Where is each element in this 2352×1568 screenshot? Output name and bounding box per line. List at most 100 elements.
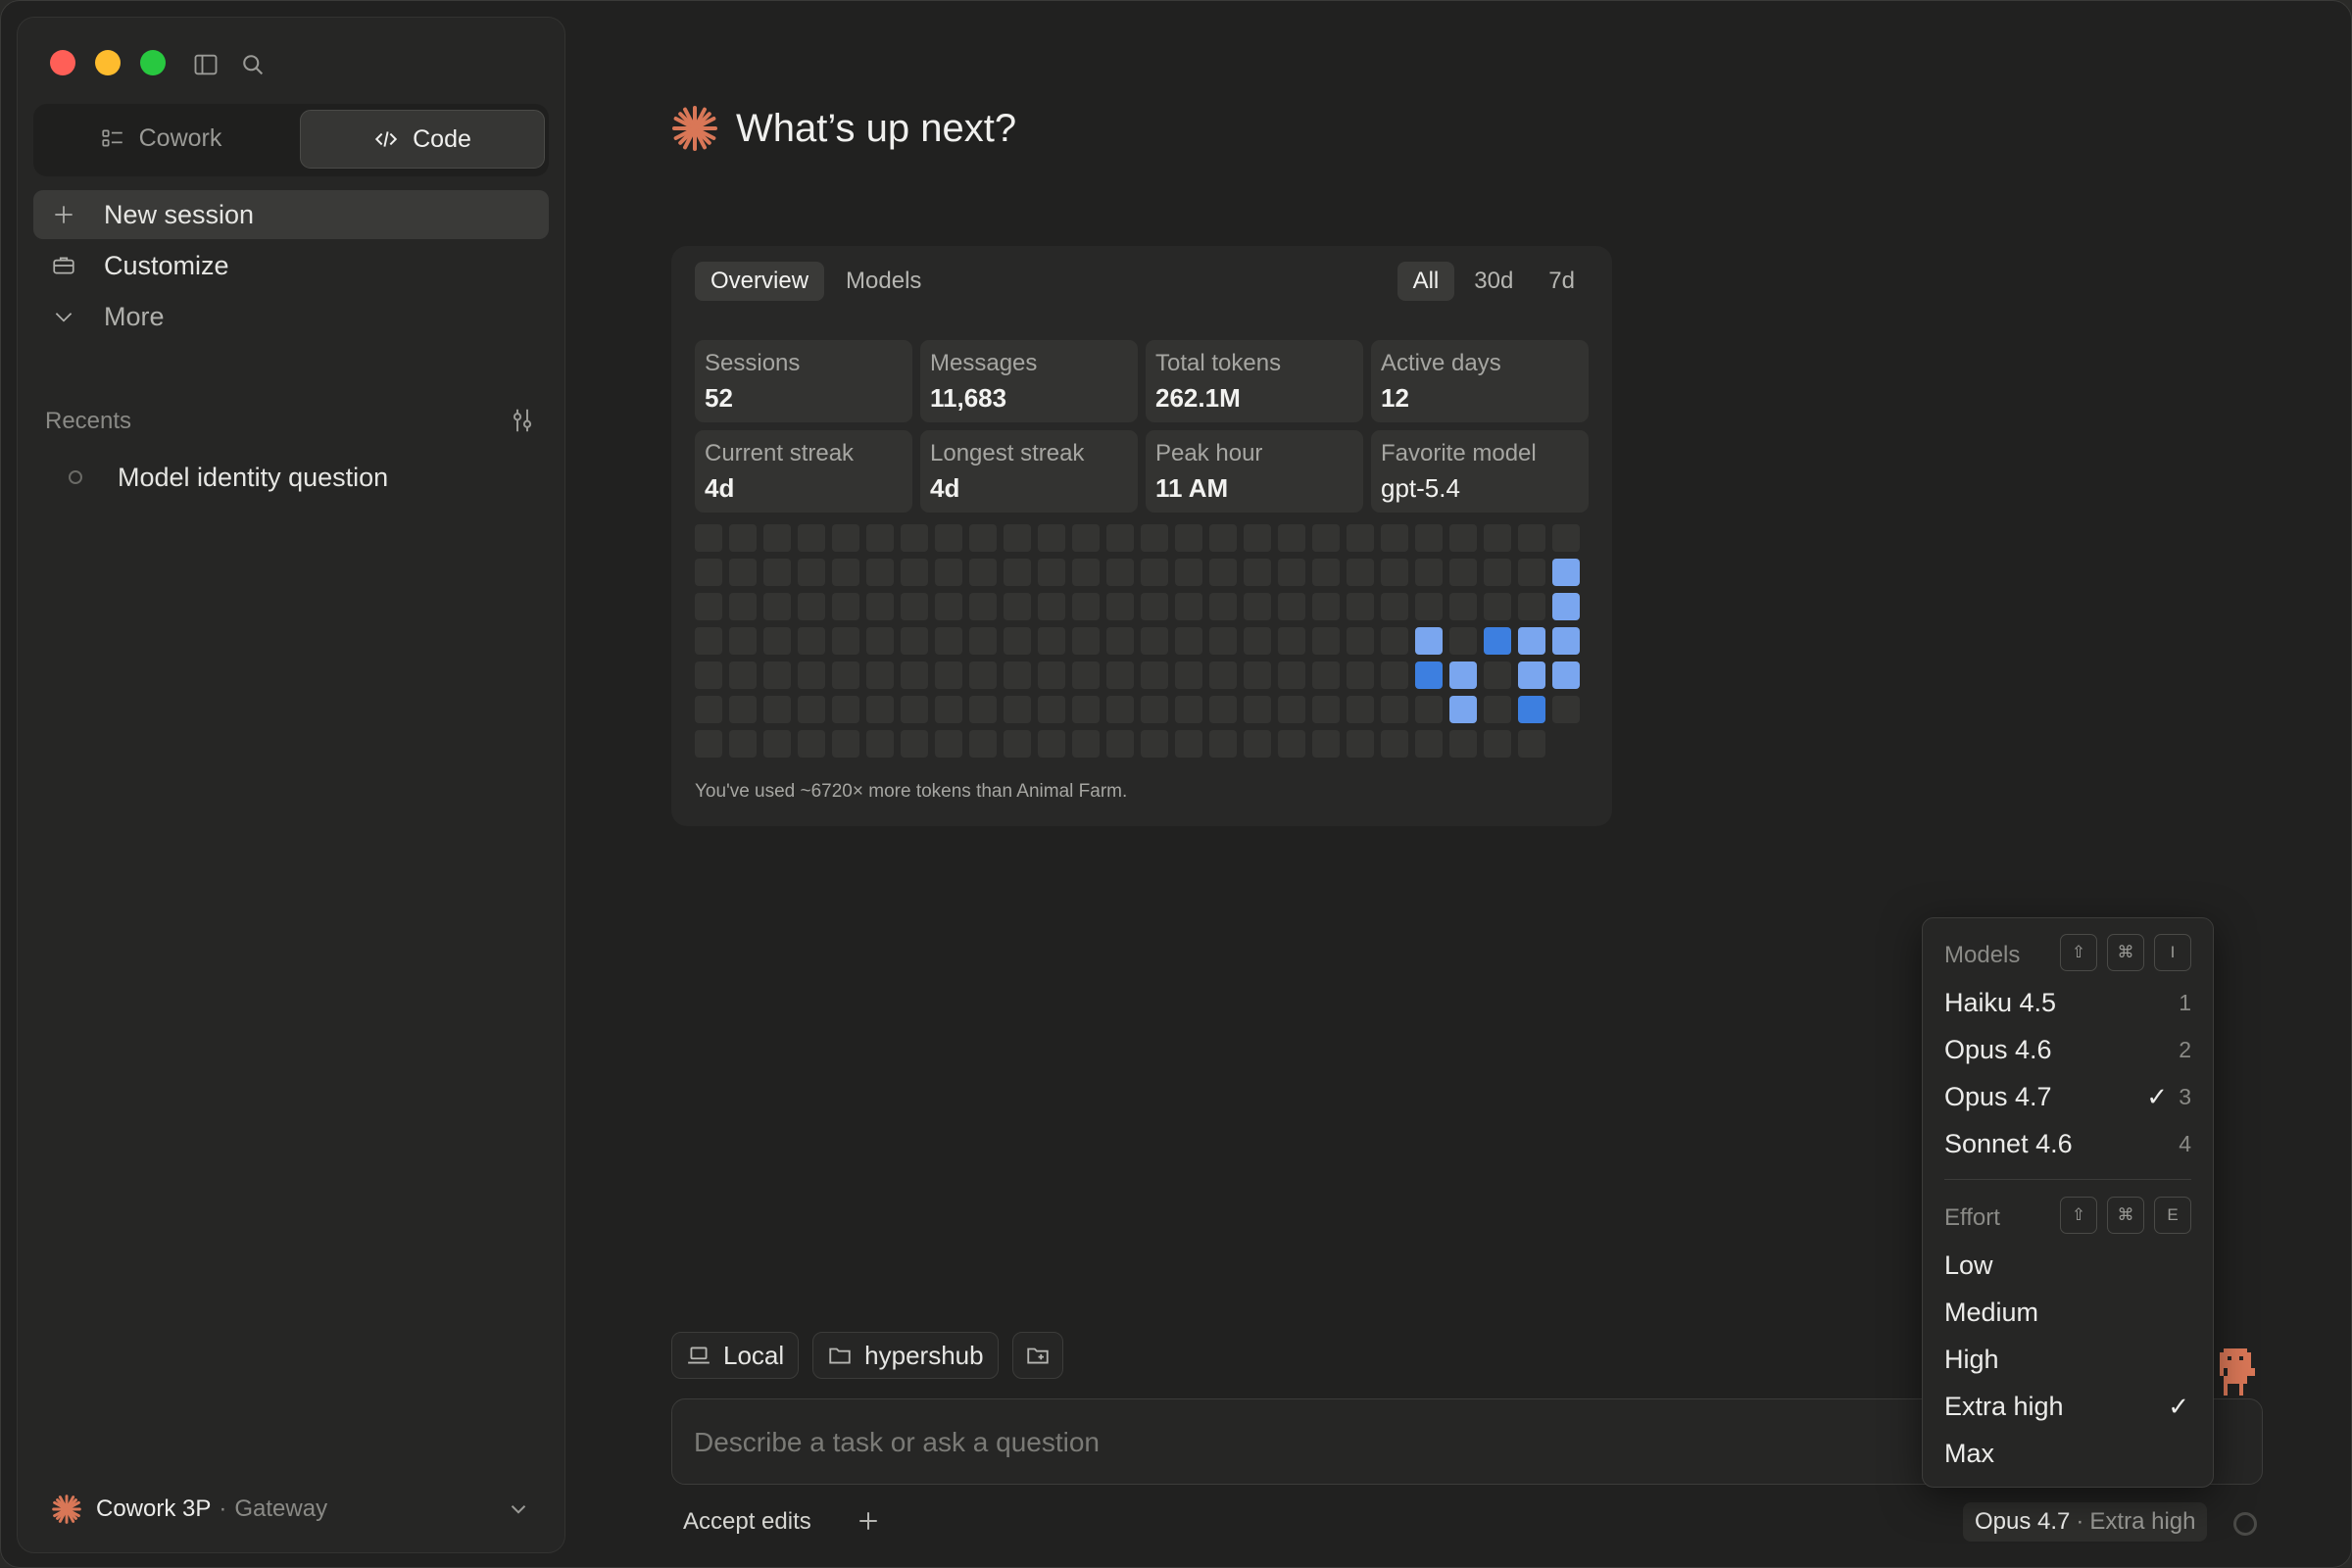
minimize-window-button[interactable] bbox=[95, 50, 121, 75]
menu-item-key: 4 bbox=[2179, 1130, 2191, 1156]
stat-card-longest-streak: Longest streak 4d bbox=[920, 430, 1138, 513]
menu-item-effort-high[interactable]: High bbox=[1944, 1338, 2191, 1381]
checkmark-icon: ✓ bbox=[2146, 1081, 2168, 1111]
heatmap-cell bbox=[866, 593, 894, 620]
filter-icon[interactable] bbox=[508, 406, 537, 435]
models-shortcut: ⇧ ⌘ I bbox=[2060, 934, 2191, 971]
menu-divider bbox=[1944, 1179, 2191, 1180]
heatmap-cell bbox=[729, 593, 757, 620]
range-30d[interactable]: 30d bbox=[1458, 262, 1529, 301]
heatmap-cell bbox=[1004, 662, 1031, 689]
heatmap-cell bbox=[1449, 627, 1477, 655]
menu-item-effort-low[interactable]: Low bbox=[1944, 1244, 2191, 1287]
model-pill-model: Opus 4.7 bbox=[1975, 1508, 2071, 1535]
menu-item-haiku-4-5[interactable]: Haiku 4.5 1 bbox=[1944, 981, 2191, 1024]
range-tabs: All 30d 7d bbox=[1396, 262, 1591, 301]
heatmap-cell bbox=[798, 524, 825, 552]
stat-value: 11,683 bbox=[930, 383, 1007, 413]
code-icon bbox=[374, 131, 398, 147]
model-selector-button[interactable]: Opus 4.7 · Extra high bbox=[1963, 1502, 2208, 1542]
heatmap-cell bbox=[1381, 696, 1408, 723]
account-switcher[interactable]: Cowork 3P · Gateway bbox=[33, 1484, 549, 1535]
heatmap-cell bbox=[1038, 559, 1065, 586]
menu-item-label: Opus 4.6 bbox=[1944, 1034, 2052, 1064]
menu-item-effort-extra-high[interactable]: Extra high ✓ bbox=[1944, 1385, 2191, 1428]
menu-item-opus-4-6[interactable]: Opus 4.6 2 bbox=[1944, 1028, 2191, 1071]
environment-label: Local bbox=[723, 1340, 785, 1370]
heatmap-cell bbox=[1106, 730, 1134, 758]
customize-button[interactable]: Customize bbox=[33, 241, 549, 290]
recent-session-item[interactable]: Model identity question bbox=[33, 453, 549, 502]
heatmap-cell bbox=[798, 559, 825, 586]
tab-cowork[interactable]: Cowork bbox=[39, 110, 282, 167]
heatmap-cell bbox=[901, 593, 928, 620]
account-name: Cowork 3P bbox=[96, 1495, 212, 1522]
permission-mode-button[interactable]: Accept edits bbox=[683, 1508, 811, 1536]
app-window: Cowork Code New session Customize More R… bbox=[0, 0, 2352, 1568]
heatmap-cell bbox=[1278, 524, 1305, 552]
claude-star-icon bbox=[52, 1494, 81, 1524]
close-window-button[interactable] bbox=[50, 50, 75, 75]
heatmap-cell bbox=[1038, 593, 1065, 620]
heatmap-cell bbox=[1449, 559, 1477, 586]
new-session-label: New session bbox=[104, 199, 255, 229]
add-folder-button[interactable] bbox=[1011, 1332, 1063, 1379]
heatmap-cell bbox=[1106, 559, 1134, 586]
shortcut-key: E bbox=[2154, 1197, 2191, 1234]
heatmap-cell bbox=[866, 696, 894, 723]
heatmap-cell bbox=[1312, 662, 1340, 689]
range-7d[interactable]: 7d bbox=[1533, 262, 1591, 301]
menu-item-opus-4-7[interactable]: Opus 4.7 ✓ 3 bbox=[1944, 1075, 2191, 1118]
stat-card-total-tokens: Total tokens 262.1M bbox=[1146, 340, 1363, 422]
heatmap-cell bbox=[1141, 662, 1168, 689]
menu-item-effort-medium[interactable]: Medium bbox=[1944, 1291, 2191, 1334]
heatmap-cell bbox=[1484, 730, 1511, 758]
recents-heading: Recents bbox=[45, 408, 132, 434]
heatmap-cell bbox=[1004, 730, 1031, 758]
more-button[interactable]: More bbox=[33, 292, 549, 341]
add-attachment-button[interactable] bbox=[854, 1506, 883, 1536]
stat-label: Peak hour bbox=[1155, 440, 1263, 466]
menu-item-label: High bbox=[1944, 1344, 1999, 1374]
heatmap-cell-active bbox=[1415, 662, 1443, 689]
heatmap-cell bbox=[695, 662, 722, 689]
zoom-window-button[interactable] bbox=[140, 50, 166, 75]
folder-chip[interactable]: hypershub bbox=[812, 1332, 999, 1379]
heatmap-cell bbox=[935, 696, 962, 723]
heatmap-cell bbox=[832, 730, 859, 758]
stat-label: Favorite model bbox=[1381, 440, 1537, 466]
tab-models[interactable]: Models bbox=[830, 262, 937, 301]
environment-chip[interactable]: Local bbox=[671, 1332, 800, 1379]
folder-plus-icon bbox=[1026, 1348, 1049, 1364]
heatmap-cell bbox=[1484, 559, 1511, 586]
customize-label: Customize bbox=[104, 250, 229, 280]
heatmap-cell bbox=[1141, 627, 1168, 655]
heatmap-cell bbox=[798, 593, 825, 620]
stats-tabs: Overview Models bbox=[695, 262, 937, 301]
stat-card-messages: Messages 11,683 bbox=[920, 340, 1138, 422]
heatmap-cell-active bbox=[1552, 559, 1580, 586]
heatmap-cell bbox=[763, 730, 791, 758]
context-usage-indicator[interactable] bbox=[2233, 1512, 2257, 1536]
tab-overview[interactable]: Overview bbox=[695, 262, 825, 301]
heatmap-cell bbox=[1175, 627, 1202, 655]
heatmap-cell bbox=[935, 593, 962, 620]
heatmap-cell bbox=[901, 559, 928, 586]
tab-code[interactable]: Code bbox=[300, 110, 545, 169]
new-session-button[interactable]: New session bbox=[33, 190, 549, 239]
heatmap-cell bbox=[1347, 730, 1374, 758]
heatmap-cell bbox=[1141, 524, 1168, 552]
menu-item-effort-max[interactable]: Max bbox=[1944, 1432, 2191, 1475]
heatmap-cell bbox=[1004, 559, 1031, 586]
heatmap-cell bbox=[1347, 559, 1374, 586]
folder-icon bbox=[829, 1348, 851, 1364]
stat-value: 11 AM bbox=[1155, 473, 1229, 503]
sidebar-toggle-icon[interactable] bbox=[192, 51, 220, 78]
menu-item-sonnet-4-6[interactable]: Sonnet 4.6 4 bbox=[1944, 1122, 2191, 1165]
range-all[interactable]: All bbox=[1396, 262, 1455, 301]
prompt-input[interactable] bbox=[692, 1399, 2068, 1486]
sidebar: Cowork Code New session Customize More R… bbox=[17, 17, 565, 1553]
heatmap-cell bbox=[969, 730, 997, 758]
heatmap-cell bbox=[969, 593, 997, 620]
search-icon[interactable] bbox=[239, 51, 267, 78]
